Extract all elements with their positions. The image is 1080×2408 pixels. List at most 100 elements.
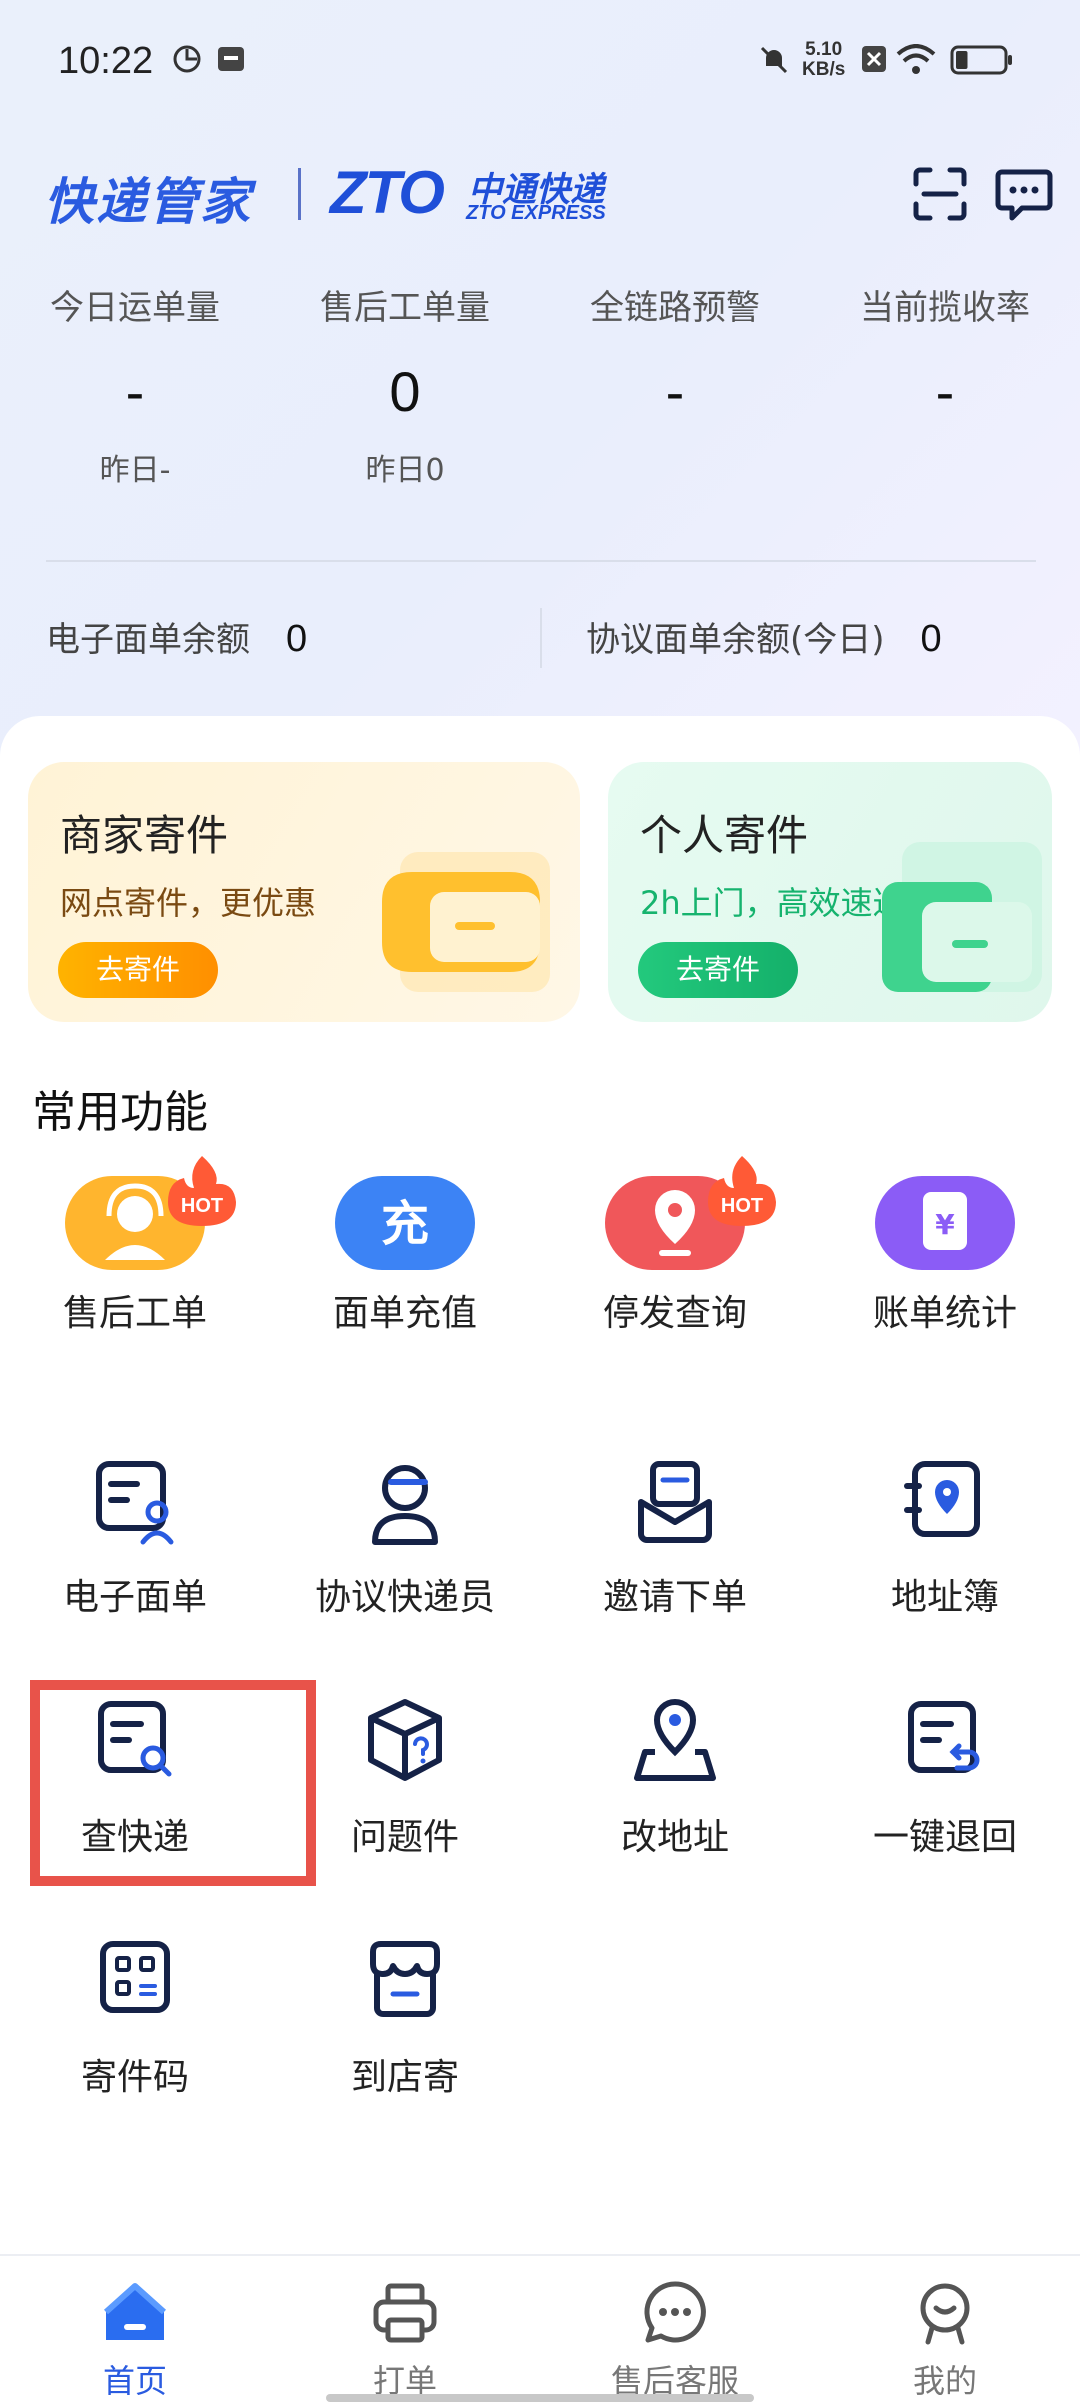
func-waybill-recharge[interactable]: 充 面单充值 (270, 1160, 540, 1370)
message-icon[interactable] (994, 164, 1054, 224)
stat-today-waybills[interactable]: 今日运单量 - 昨日- (0, 280, 270, 489)
stat-label: 售后工单量 (320, 288, 490, 328)
grid-label: 寄件码 (80, 2057, 189, 2098)
app-header: 快递管家 ZTO 中通快递 ZTO EXPRESS (0, 150, 1080, 240)
svg-text:¥: ¥ (935, 1208, 955, 1241)
grid-label: 一键退回 (872, 1817, 1017, 1858)
grid-label: 停发查询 (602, 1293, 747, 1334)
grid-label: 电子面单 (62, 1577, 207, 1618)
qr-code-icon (100, 1941, 170, 2013)
tab-label: 我的 (912, 2362, 977, 2400)
app-status-icon (173, 45, 201, 73)
stat-value: - (665, 360, 685, 423)
grid-label: 到店寄 (350, 2057, 459, 2098)
func-change-address[interactable]: 改地址 (540, 1690, 810, 1870)
func-suspension-query[interactable]: HOT 停发查询 (540, 1156, 810, 1370)
func-address-book[interactable]: 地址簿 (810, 1450, 1080, 1630)
zto-brand-en: ZTO EXPRESS (466, 202, 606, 224)
bottom-tab-bar: 首页 打单 售后客服 我的 (0, 2254, 1080, 2408)
balance-value: 0 (920, 618, 942, 660)
e-waybill-icon (96, 1461, 174, 1545)
gift-box-illustration-icon (882, 842, 1042, 992)
home-indicator[interactable] (326, 2394, 754, 2402)
stat-sub: 昨日- (99, 453, 171, 488)
stat-label: 当前揽收率 (860, 288, 1030, 328)
chat-bubble-icon (644, 2281, 706, 2343)
logo-divider (298, 168, 301, 220)
merchant-shipping-card[interactable]: 商家寄件 网点寄件，更优惠 去寄件 (28, 762, 580, 1022)
store-illustration-icon (382, 852, 550, 992)
balance-label: 电子面单余额 (46, 620, 250, 660)
stats-divider (46, 560, 1036, 562)
personal-ship-button[interactable]: 去寄件 (638, 942, 798, 998)
stat-pickup-rate[interactable]: 当前揽收率 - (810, 280, 1080, 429)
balance-divider (540, 608, 542, 668)
tab-label: 首页 (102, 2362, 167, 2400)
wifi-icon (896, 44, 936, 74)
grid-label: 协议快递员 (314, 1577, 495, 1618)
svg-text:HOT: HOT (721, 1195, 763, 1217)
merchant-ship-button[interactable]: 去寄件 (58, 942, 218, 998)
agreement-waybill-balance[interactable]: 协议面单余额(今日) 0 (586, 612, 942, 661)
grid-label: 账单统计 (872, 1293, 1017, 1334)
battery-icon (950, 45, 1012, 75)
func-agreement-courier[interactable]: 协议快递员 (270, 1450, 540, 1630)
status-time: 10:22 (58, 40, 154, 82)
zto-logo-mark: ZTO (330, 159, 445, 226)
grid-label: 地址簿 (890, 1577, 999, 1618)
grid-label: 售后工单 (62, 1293, 207, 1334)
home-icon (103, 2283, 167, 2340)
network-speed: 5.10 KB/s (802, 39, 846, 80)
tab-home[interactable]: 首页 (0, 2256, 270, 2408)
app-logo: 快递管家 (44, 173, 252, 231)
sim-off-icon (862, 46, 886, 72)
status-bar: 10:22 5.10 KB/s (0, 0, 1080, 120)
promo-title: 个人寄件 (640, 811, 809, 860)
func-ship-at-store[interactable]: 到店寄 (270, 1930, 540, 2110)
scan-icon[interactable] (910, 164, 970, 224)
recharge-icon: 充 (335, 1176, 475, 1270)
grid-label: 改地址 (620, 1817, 729, 1858)
hot-badge: HOT (708, 1156, 776, 1226)
stat-full-chain-alerts[interactable]: 全链路预警 - (540, 280, 810, 429)
stat-after-sales-orders[interactable]: 售后工单量 0 昨日0 (270, 280, 540, 489)
func-shipping-code[interactable]: 寄件码 (0, 1930, 270, 2110)
invite-icon (638, 1461, 712, 1543)
stat-value: 0 (389, 360, 421, 423)
promo-subtitle: 网点寄件，更优惠 (60, 884, 317, 922)
grid-label: 邀请下单 (602, 1577, 747, 1618)
tab-profile[interactable]: 我的 (810, 2256, 1080, 2408)
tab-customer-service[interactable]: 售后客服 (540, 2256, 810, 2408)
printer-icon (373, 2283, 437, 2343)
change-address-icon (634, 1698, 716, 1781)
balance-value: 0 (286, 618, 308, 660)
stats-panel: 今日运单量 - 昨日- 售后工单量 0 昨日0 全链路预警 - 当前揽收率 - (0, 280, 1080, 520)
func-invite-order[interactable]: 邀请下单 (540, 1450, 810, 1630)
tab-print[interactable]: 打单 (270, 2256, 540, 2408)
store-icon (370, 1941, 440, 2017)
personal-shipping-card[interactable]: 个人寄件 2h上门，高效速达 去寄件 (608, 762, 1052, 1022)
func-bill-statistics[interactable]: ¥ 账单统计 (810, 1160, 1080, 1370)
func-after-sales-order[interactable]: HOT 售后工单 (0, 1156, 270, 1370)
highlight-box (30, 1680, 316, 1886)
grid-label: 面单充值 (332, 1293, 477, 1334)
svg-text:充: 充 (381, 1196, 429, 1252)
stat-label: 全链路预警 (590, 288, 760, 328)
calendar-status-icon (218, 47, 244, 71)
stat-value: - (935, 360, 955, 423)
courier-icon (372, 1465, 438, 1545)
common-functions-title: 常用功能 (32, 1087, 208, 1138)
stat-sub: 昨日0 (365, 453, 445, 488)
e-waybill-balance[interactable]: 电子面单余额 0 (46, 612, 307, 661)
return-icon (908, 1701, 980, 1773)
stat-value: - (125, 360, 145, 423)
profile-icon (920, 2283, 970, 2345)
bill-icon: ¥ (875, 1176, 1015, 1270)
mute-icon (760, 46, 788, 74)
balance-label: 协议面单余额(今日) (586, 620, 885, 660)
address-book-icon (904, 1461, 980, 1537)
hot-badge: HOT (168, 1156, 236, 1226)
func-one-click-return[interactable]: 一键退回 (810, 1690, 1080, 1870)
promo-title: 商家寄件 (60, 811, 229, 860)
func-e-waybill[interactable]: 电子面单 (0, 1450, 270, 1630)
